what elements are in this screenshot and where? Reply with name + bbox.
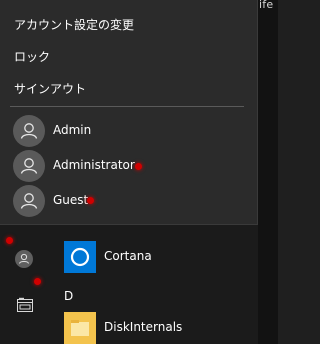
user-name: Admin	[53, 123, 92, 137]
user-name: Administrator	[53, 158, 135, 172]
annotation-marker	[34, 278, 41, 285]
user-avatar-icon	[19, 253, 29, 264]
change-account-settings-item[interactable]: アカウント設定の変更	[14, 16, 134, 33]
app-label: DiskInternals	[104, 320, 183, 334]
app-group-header[interactable]: D	[64, 289, 73, 303]
rail-user-button[interactable]	[15, 250, 33, 268]
user-avatar-icon	[13, 115, 45, 147]
user-item-administrator[interactable]: Administrator	[13, 150, 243, 182]
user-item-admin[interactable]: Admin	[13, 115, 243, 147]
file-explorer-icon	[17, 297, 33, 312]
app-item-cortana[interactable]: Cortana	[64, 241, 254, 273]
user-name: Guest	[53, 193, 89, 207]
desktop-background	[258, 0, 278, 344]
annotation-marker	[87, 197, 94, 204]
annotation-marker	[6, 237, 13, 244]
cortana-icon	[64, 241, 96, 273]
app-item-diskinternals[interactable]: DiskInternals	[64, 312, 254, 344]
start-menu: ife Cortana D DiskInternals アカウント設定の変更 ロ…	[0, 0, 278, 344]
annotation-marker	[135, 163, 142, 170]
sign-out-item[interactable]: サインアウト	[14, 80, 86, 97]
start-left-rail	[0, 232, 50, 344]
folder-icon	[64, 312, 96, 344]
user-avatar-icon	[13, 185, 45, 217]
flyout-divider	[10, 106, 244, 107]
background-window-text: ife	[259, 0, 274, 11]
app-label: Cortana	[104, 249, 152, 263]
lock-item[interactable]: ロック	[14, 48, 50, 65]
account-flyout: アカウント設定の変更 ロック サインアウト Admin Administrato…	[0, 0, 258, 225]
user-item-guest[interactable]: Guest	[13, 185, 243, 217]
rail-file-explorer-button[interactable]	[16, 297, 34, 313]
user-avatar-icon	[13, 150, 45, 182]
